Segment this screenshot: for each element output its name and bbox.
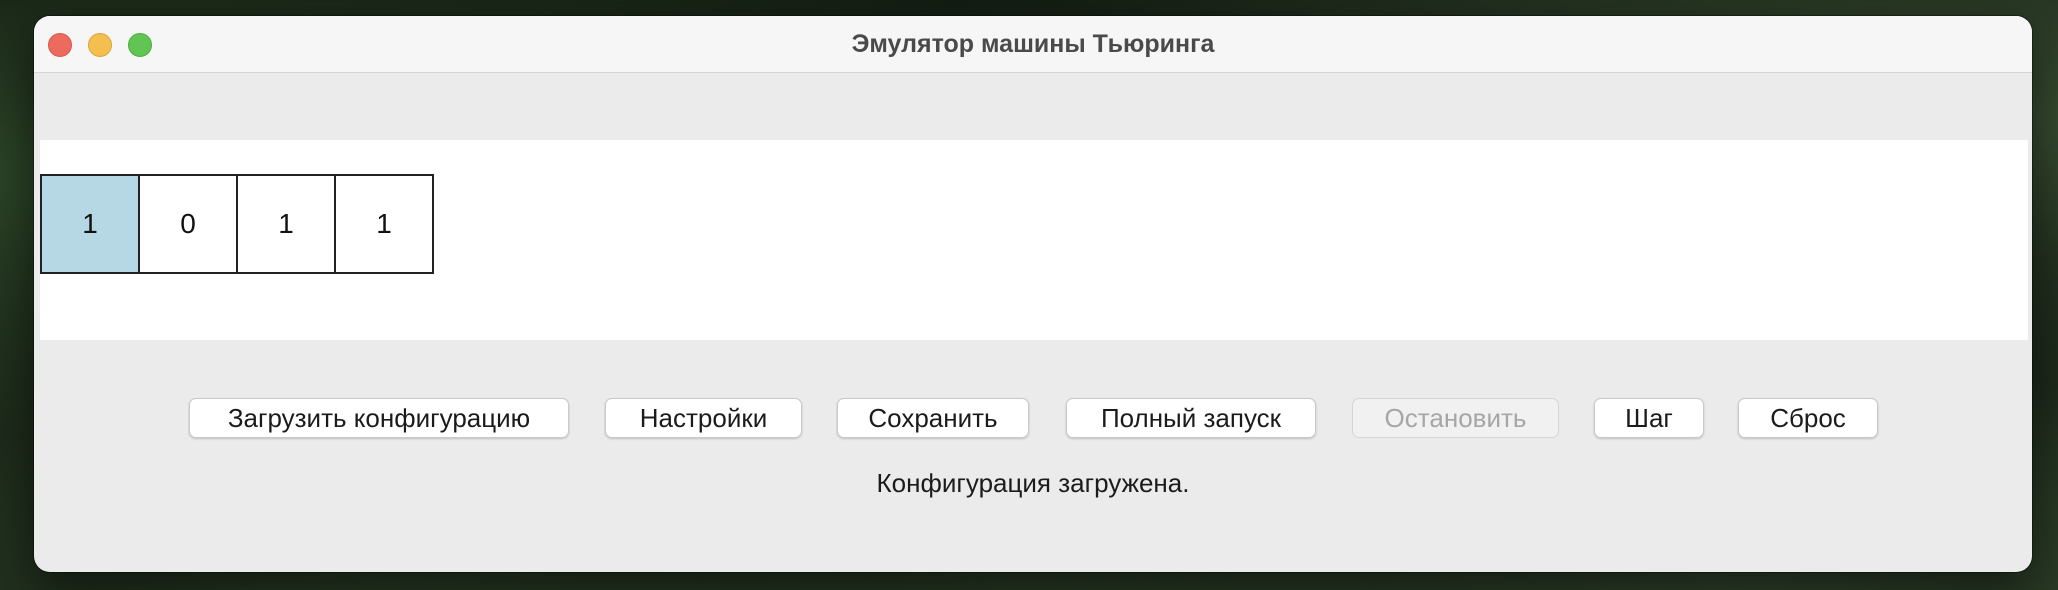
load-configuration-button[interactable]: Загрузить конфигурацию [189, 398, 569, 438]
tape-canvas: 1 0 1 1 [40, 140, 2028, 340]
step-button[interactable]: Шаг [1594, 398, 1704, 438]
controls-toolbar: Загрузить конфигурацию Настройки Сохрани… [34, 398, 2032, 438]
status-message: Конфигурация загружена. [876, 468, 1190, 498]
stop-button[interactable]: Остановить [1352, 398, 1559, 438]
app-window: Эмулятор машины Тьюринга 1 0 1 1 Загрузи… [34, 16, 2032, 572]
title-bar[interactable]: Эмулятор машины Тьюринга [34, 16, 2032, 73]
tape-cell-head: 1 [40, 174, 140, 274]
tape-cell: 1 [334, 174, 434, 274]
tape-cell: 1 [236, 174, 336, 274]
save-button[interactable]: Сохранить [837, 398, 1029, 438]
settings-button[interactable]: Настройки [605, 398, 802, 438]
reset-button[interactable]: Сброс [1738, 398, 1878, 438]
full-run-button[interactable]: Полный запуск [1066, 398, 1316, 438]
window-title: Эмулятор машины Тьюринга [851, 30, 1215, 58]
tape: 1 0 1 1 [40, 174, 434, 274]
tape-cell: 0 [138, 174, 238, 274]
